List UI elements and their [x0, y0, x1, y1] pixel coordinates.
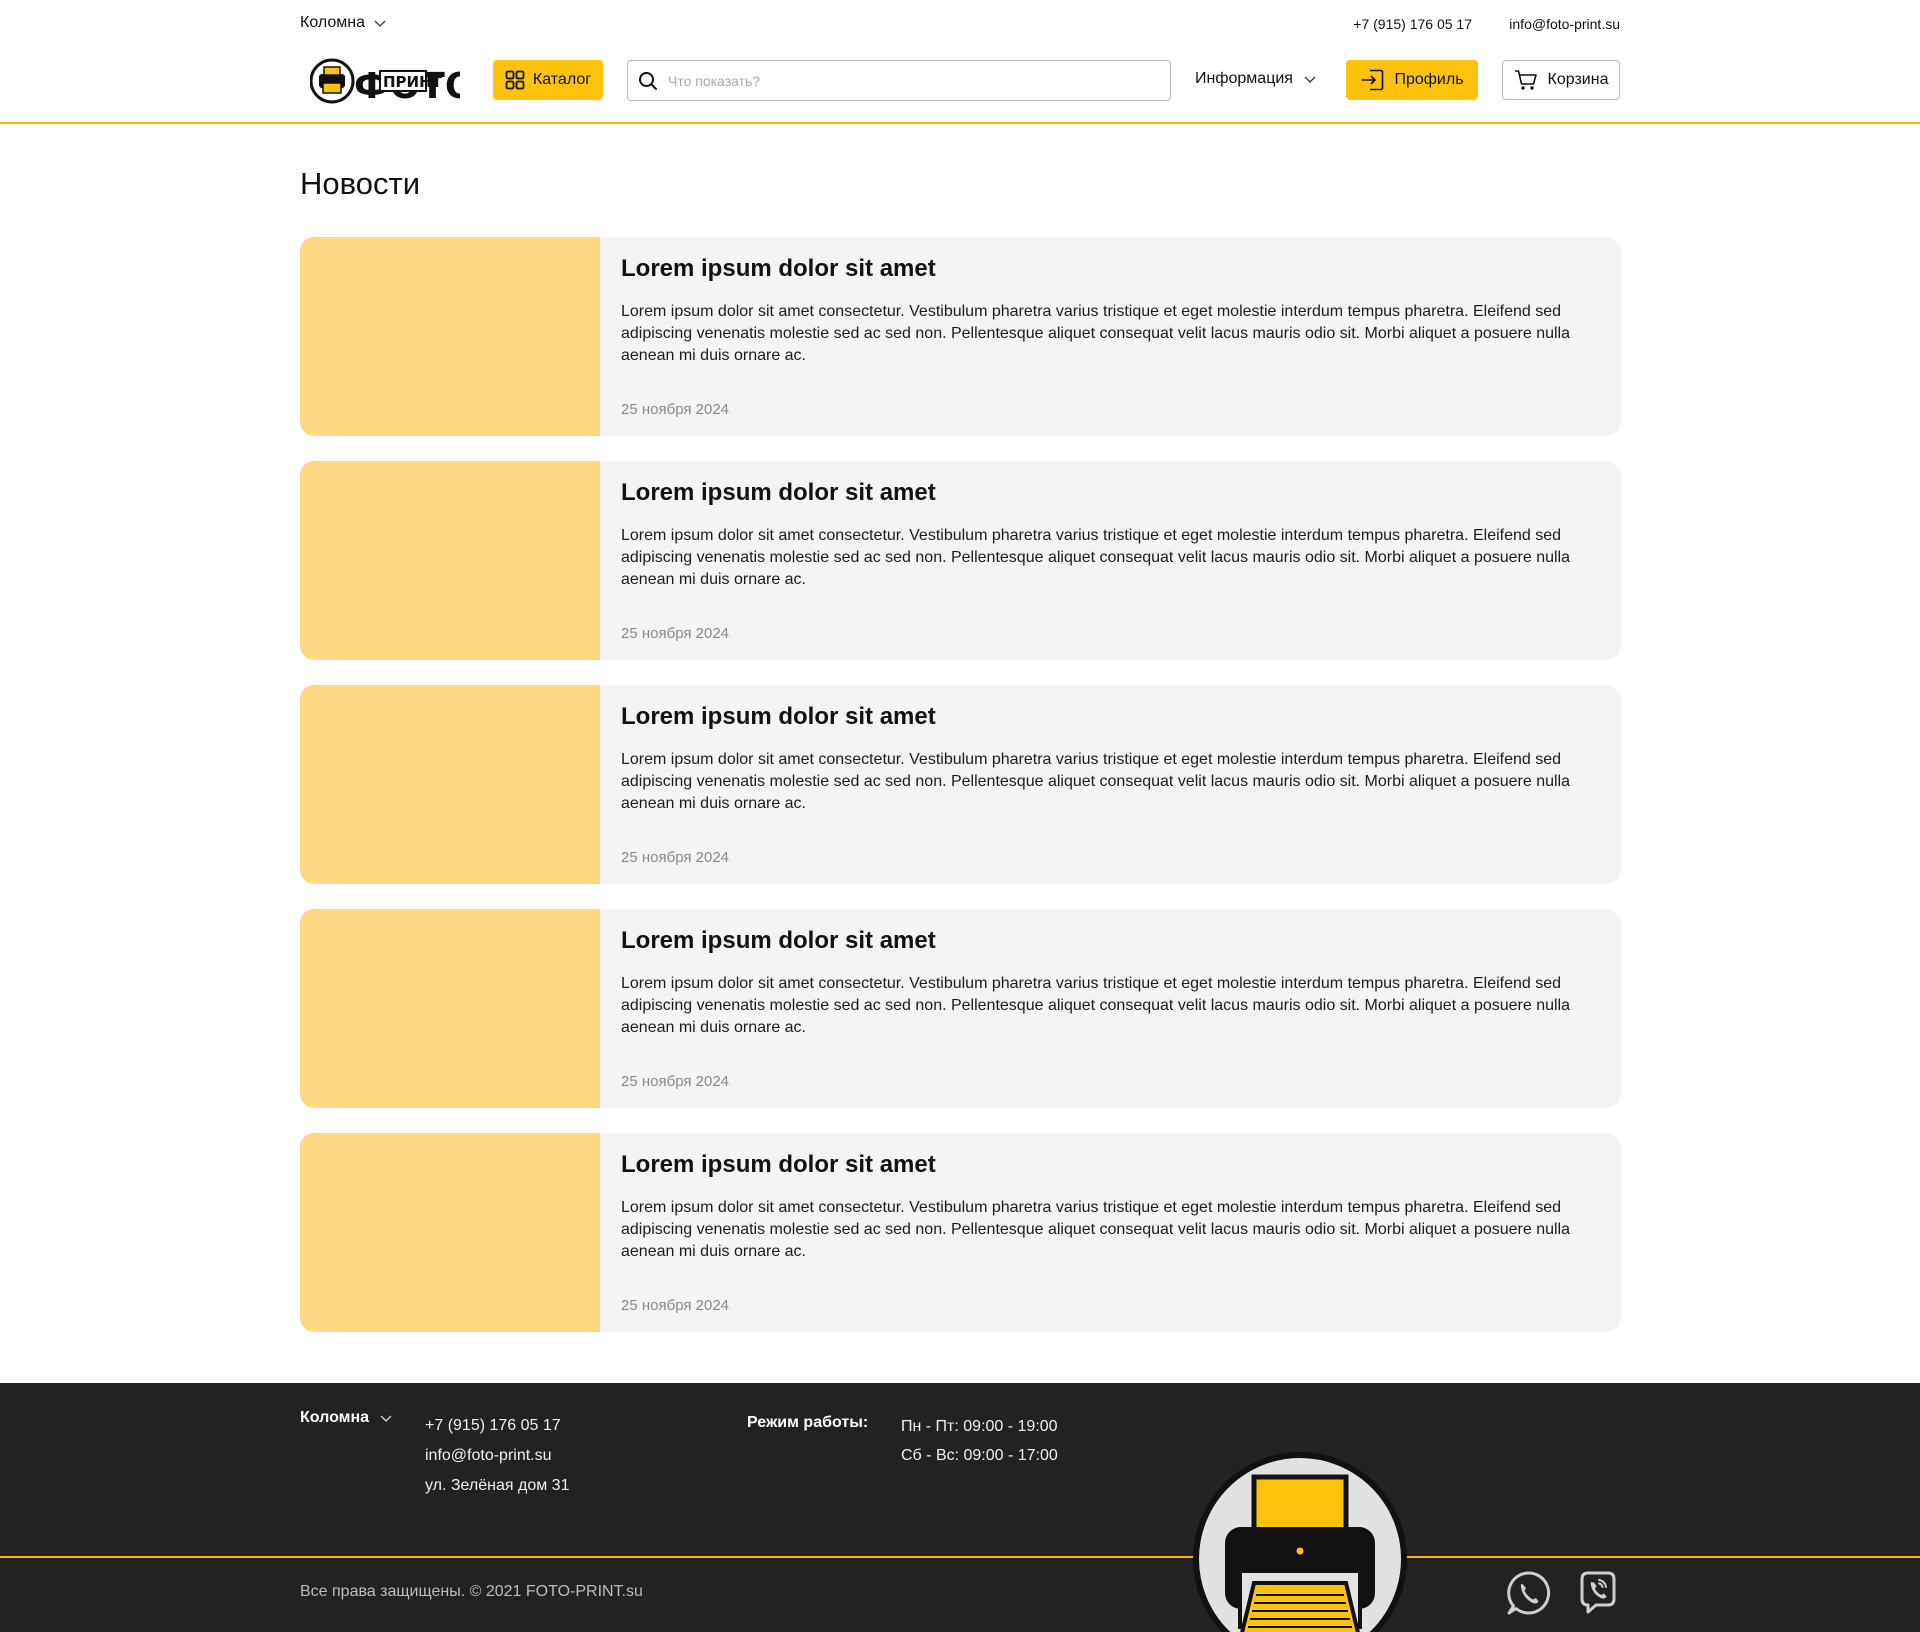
news-title: Lorem ipsum dolor sit amet: [621, 255, 936, 282]
profile-button[interactable]: Профиль: [1346, 60, 1478, 100]
catalog-button[interactable]: Каталог: [493, 60, 603, 100]
profile-label: Профиль: [1394, 71, 1464, 88]
news-date: 25 ноября 2024: [621, 849, 730, 866]
news-image-placeholder: [300, 237, 600, 436]
search-icon: [639, 71, 657, 90]
top-phone-link[interactable]: +7 (915) 176 05 17: [1353, 16, 1472, 32]
footer: Коломна +7 (915) 176 05 17 info@foto-pri…: [0, 1383, 1920, 1632]
news-text: Lorem ipsum dolor sit amet consectetur. …: [621, 975, 1571, 1036]
news-title: Lorem ipsum dolor sit amet: [621, 703, 936, 730]
city-selector[interactable]: Коломна: [300, 14, 387, 32]
info-menu[interactable]: Информация: [1195, 70, 1317, 88]
site-logo[interactable]: ФОТО ПРИНТ: [309, 56, 475, 107]
top-email-link[interactable]: info@foto-print.su: [1509, 16, 1620, 32]
copyright: Все права защищены. © 2021 FOTO-PRINT.su: [300, 1583, 643, 1600]
news-image-placeholder: [300, 685, 600, 884]
news-image-placeholder: [300, 909, 600, 1108]
working-hours: Пн - Пт: 09:00 - 19:00 Сб - Вс: 09:00 - …: [901, 1412, 1058, 1470]
news-date: 25 ноября 2024: [621, 401, 730, 418]
whatsapp-icon[interactable]: [1505, 1569, 1553, 1617]
hours-weekend: Сб - Вс: 09:00 - 17:00: [901, 1447, 1058, 1464]
login-icon: [1361, 69, 1384, 91]
search-input[interactable]: [668, 72, 1148, 89]
city-label: Коломна: [300, 14, 366, 31]
news-date: 25 ноября 2024: [621, 625, 730, 642]
news-list: Lorem ipsum dolor sit amet Lorem ipsum d…: [300, 237, 1621, 1357]
working-hours-label: Режим работы:: [747, 1414, 869, 1431]
footer-city-label: Коломна: [300, 1409, 370, 1426]
search-box: [627, 60, 1171, 101]
news-text: Lorem ipsum dolor sit amet consectetur. …: [621, 751, 1571, 812]
news-card[interactable]: Lorem ipsum dolor sit amet Lorem ipsum d…: [300, 1133, 1621, 1332]
news-image-placeholder: [300, 1133, 600, 1332]
news-card[interactable]: Lorem ipsum dolor sit amet Lorem ipsum d…: [300, 909, 1621, 1108]
news-text: Lorem ipsum dolor sit amet consectetur. …: [621, 527, 1571, 588]
footer-city-selector[interactable]: Коломна: [300, 1409, 393, 1427]
cart-button[interactable]: Корзина: [1502, 60, 1620, 100]
news-text: Lorem ipsum dolor sit amet consectetur. …: [621, 303, 1571, 364]
printer-icon: [1193, 1452, 1407, 1632]
top-bar: Коломна +7 (915) 176 05 17 info@foto-pri…: [300, 14, 1620, 36]
footer-phone[interactable]: +7 (915) 176 05 17: [425, 1411, 569, 1441]
news-date: 25 ноября 2024: [621, 1073, 730, 1090]
footer-address: ул. Зелёная дом 31: [425, 1477, 570, 1494]
chevron-down-icon: [1304, 76, 1316, 83]
chevron-down-icon: [380, 1415, 392, 1422]
logo-icon: ФОТО ПРИНТ: [309, 58, 475, 107]
news-card[interactable]: Lorem ipsum dolor sit amet Lorem ipsum d…: [300, 237, 1621, 436]
footer-contacts: +7 (915) 176 05 17 info@foto-print.su ул…: [425, 1411, 569, 1501]
cart-label: Корзина: [1547, 71, 1609, 88]
news-date: 25 ноября 2024: [621, 1297, 730, 1314]
footer-email[interactable]: info@foto-print.su: [425, 1441, 569, 1471]
news-image-placeholder: [300, 461, 600, 660]
page-title: Новости: [300, 166, 421, 201]
news-card[interactable]: Lorem ipsum dolor sit amet Lorem ipsum d…: [300, 685, 1621, 884]
viber-icon[interactable]: [1574, 1569, 1622, 1617]
chevron-down-icon: [374, 20, 386, 27]
logo-text-print: ПРИНТ: [383, 73, 443, 91]
news-title: Lorem ipsum dolor sit amet: [621, 479, 936, 506]
cart-icon: [1514, 70, 1537, 90]
news-title: Lorem ipsum dolor sit amet: [621, 1151, 936, 1178]
news-text: Lorem ipsum dolor sit amet consectetur. …: [621, 1199, 1571, 1260]
info-label: Информация: [1195, 70, 1293, 87]
footer-divider: [0, 1556, 1920, 1558]
grid-icon: [505, 70, 525, 90]
hours-weekdays: Пн - Пт: 09:00 - 19:00: [901, 1418, 1058, 1435]
news-title: Lorem ipsum dolor sit amet: [621, 927, 936, 954]
news-card[interactable]: Lorem ipsum dolor sit amet Lorem ipsum d…: [300, 461, 1621, 660]
catalog-label: Каталог: [532, 71, 592, 88]
header: ФОТО ПРИНТ Каталог Информация Профиль: [0, 52, 1920, 124]
